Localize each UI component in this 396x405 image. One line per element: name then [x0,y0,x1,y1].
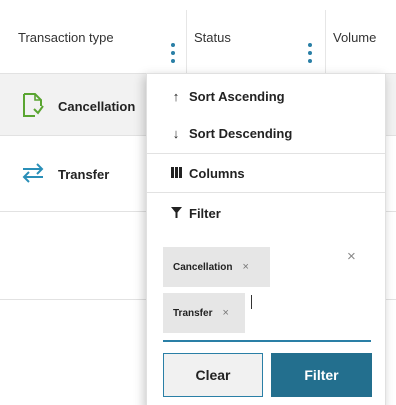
column-menu-popup: ↑ Sort Ascending ↓ Sort Descending Colum… [146,73,386,405]
column-divider[interactable] [186,10,187,74]
cancellation-doc-icon [22,93,44,120]
menu-item-label: Filter [189,205,221,221]
select-underline [163,340,371,342]
filter-value-select[interactable]: Cancellation × Transfer × [163,246,373,340]
filter-menu-item[interactable]: Filter [147,194,385,232]
filter-chip-cancellation: Cancellation × [163,247,270,287]
menu-item-label: Columns [189,165,245,181]
chip-label: Cancellation [173,261,233,273]
text-cursor [251,295,252,309]
column-menu-button-transaction-type[interactable] [169,43,177,63]
chip-label: Transfer [173,307,213,319]
column-menu-button-status[interactable] [306,43,314,63]
filter-funnel-icon [165,206,187,221]
transaction-type-label: Cancellation [58,99,136,114]
arrow-down-icon: ↓ [172,125,180,141]
column-header-status[interactable]: Status [194,0,231,74]
table-header: Transaction type Status Volume [0,0,396,74]
columns-menu-item[interactable]: Columns [147,154,385,192]
clear-selection-icon[interactable]: × [347,248,356,265]
clear-button[interactable]: Clear [163,353,263,397]
column-header-transaction-type[interactable]: Transaction type [18,0,114,74]
transaction-type-cell: Transfer [22,163,109,186]
menu-item-label: Sort Ascending [189,88,285,104]
sort-ascending-menu-item[interactable]: ↑ Sort Ascending [147,77,385,115]
transfer-arrows-icon [22,163,44,186]
filter-chip-transfer: Transfer × [163,293,245,333]
menu-divider [147,192,385,193]
transaction-type-label: Transfer [58,167,110,182]
arrow-up-icon: ↑ [172,88,180,104]
sort-descending-menu-item[interactable]: ↓ Sort Descending [147,114,385,152]
transaction-type-cell: Cancellation [22,93,135,120]
columns-icon [165,166,187,181]
menu-item-label: Sort Descending [189,125,293,141]
filter-button[interactable]: Filter [271,353,372,397]
column-divider[interactable] [325,10,326,74]
chip-remove-icon[interactable]: × [222,307,228,319]
chip-remove-icon[interactable]: × [242,261,248,273]
column-header-volume[interactable]: Volume [333,0,376,74]
